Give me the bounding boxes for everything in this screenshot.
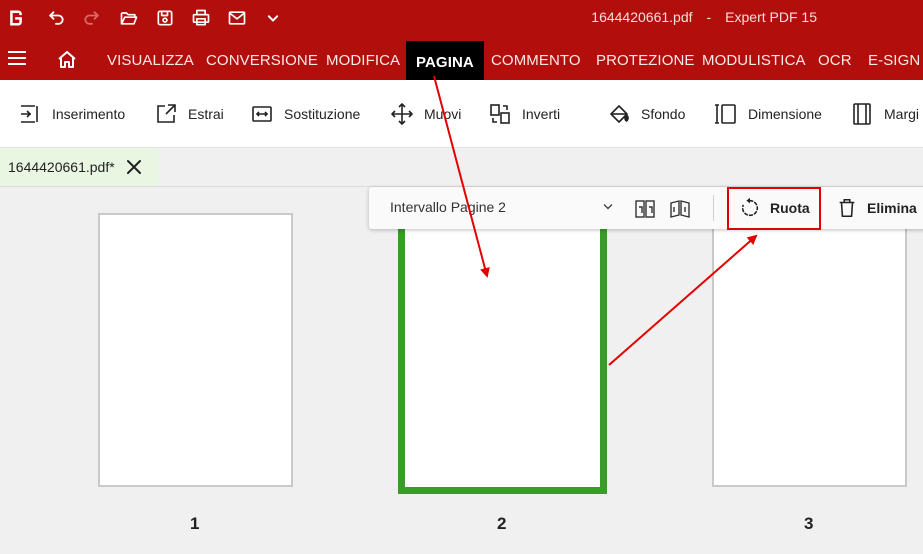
save-icon[interactable] [153, 6, 177, 30]
reverse-icon [490, 104, 510, 124]
page-size-label: Dimensione [748, 106, 822, 122]
extract-icon [157, 104, 176, 123]
title-bar: 1644420661.pdf - Expert PDF 15 [0, 0, 923, 36]
menu-bar: VISUALIZZA CONVERSIONE MODIFICA PAGINA C… [0, 36, 923, 80]
toolbar-separator [713, 195, 714, 221]
reverse-pages-button[interactable]: Inverti [488, 102, 560, 126]
insert-page-button[interactable]: Inserimento [18, 102, 125, 126]
paint-bucket-icon [610, 105, 629, 123]
trash-icon [839, 198, 855, 218]
tab-pagina[interactable]: PAGINA [406, 41, 484, 80]
home-icon[interactable] [57, 50, 77, 68]
margins-label: Margi [884, 106, 920, 122]
background-button[interactable]: Sfondo [607, 102, 685, 126]
window-app-name: Expert PDF 15 [725, 9, 817, 25]
replace-icon [252, 106, 272, 122]
mirror-pages-icon[interactable] [668, 197, 692, 221]
mail-icon[interactable] [225, 6, 249, 30]
background-label: Sfondo [641, 106, 686, 122]
tab-visualizza[interactable]: VISUALIZZA [107, 36, 194, 80]
window-filename: 1644420661.pdf [591, 9, 693, 25]
margins-button[interactable]: Margi [850, 102, 919, 126]
document-tab[interactable]: 1644420661.pdf* [0, 148, 158, 186]
tab-protezione[interactable]: PROTEZIONE [596, 36, 695, 80]
page-context-toolbar: Intervallo Pagine 2 Ruota Elimina [369, 187, 923, 229]
extract-page-button[interactable]: Estrai [154, 102, 224, 126]
replace-page-button[interactable]: Sostituzione [250, 102, 360, 126]
page-number-2: 2 [497, 514, 507, 533]
open-folder-icon[interactable] [117, 6, 141, 30]
insert-pages-icon [21, 105, 38, 123]
tab-conversione[interactable]: CONVERSIONE [206, 36, 318, 80]
tab-ocr[interactable]: OCR [818, 36, 852, 80]
page-size-icon [715, 104, 736, 124]
chevron-down-icon[interactable] [603, 203, 613, 211]
replace-page-label: Sostituzione [284, 106, 361, 122]
page-number-3: 3 [804, 514, 814, 533]
app-logo-icon[interactable] [4, 6, 28, 30]
tab-modulistica[interactable]: MODULISTICA [702, 36, 806, 80]
print-icon[interactable] [189, 6, 213, 30]
chevron-down-icon[interactable] [261, 6, 285, 30]
extract-page-label: Estrai [188, 106, 224, 122]
redo-icon[interactable] [80, 6, 104, 30]
document-tab-label: 1644420661.pdf* [8, 159, 115, 175]
tab-e-sign[interactable]: E-SIGN [868, 36, 920, 80]
page-range-select[interactable]: Intervallo Pagine 2 [390, 199, 506, 215]
page-number-1: 1 [190, 514, 200, 533]
delete-label: Elimina [867, 200, 917, 216]
tab-modifica[interactable]: MODIFICA [326, 36, 400, 80]
move-icon [391, 103, 413, 125]
window-title: 1644420661.pdf - Expert PDF 15 [591, 9, 817, 25]
reverse-pages-label: Inverti [522, 106, 561, 122]
move-page-button[interactable]: Muovi [390, 102, 461, 126]
rotate-highlight-box [727, 187, 821, 230]
ribbon-toolbar: Inserimento Estrai Sostituzione Muovi In… [0, 80, 923, 148]
page-thumbnail-3[interactable] [712, 213, 907, 487]
delete-button[interactable]: Elimina [836, 195, 917, 221]
move-page-label: Muovi [424, 106, 462, 122]
tab-commento[interactable]: COMMENTO [491, 36, 581, 80]
close-icon[interactable] [124, 157, 144, 177]
window-title-separator: - [706, 9, 712, 25]
page-thumbnail-2[interactable] [398, 213, 607, 494]
swap-pages-icon[interactable] [633, 197, 657, 221]
hamburger-menu-icon[interactable] [8, 51, 26, 65]
undo-icon[interactable] [44, 6, 68, 30]
page-size-button[interactable]: Dimensione [714, 102, 822, 126]
insert-page-label: Inserimento [52, 106, 126, 122]
margins-icon [853, 103, 871, 125]
page-thumbnail-1[interactable] [98, 213, 293, 487]
